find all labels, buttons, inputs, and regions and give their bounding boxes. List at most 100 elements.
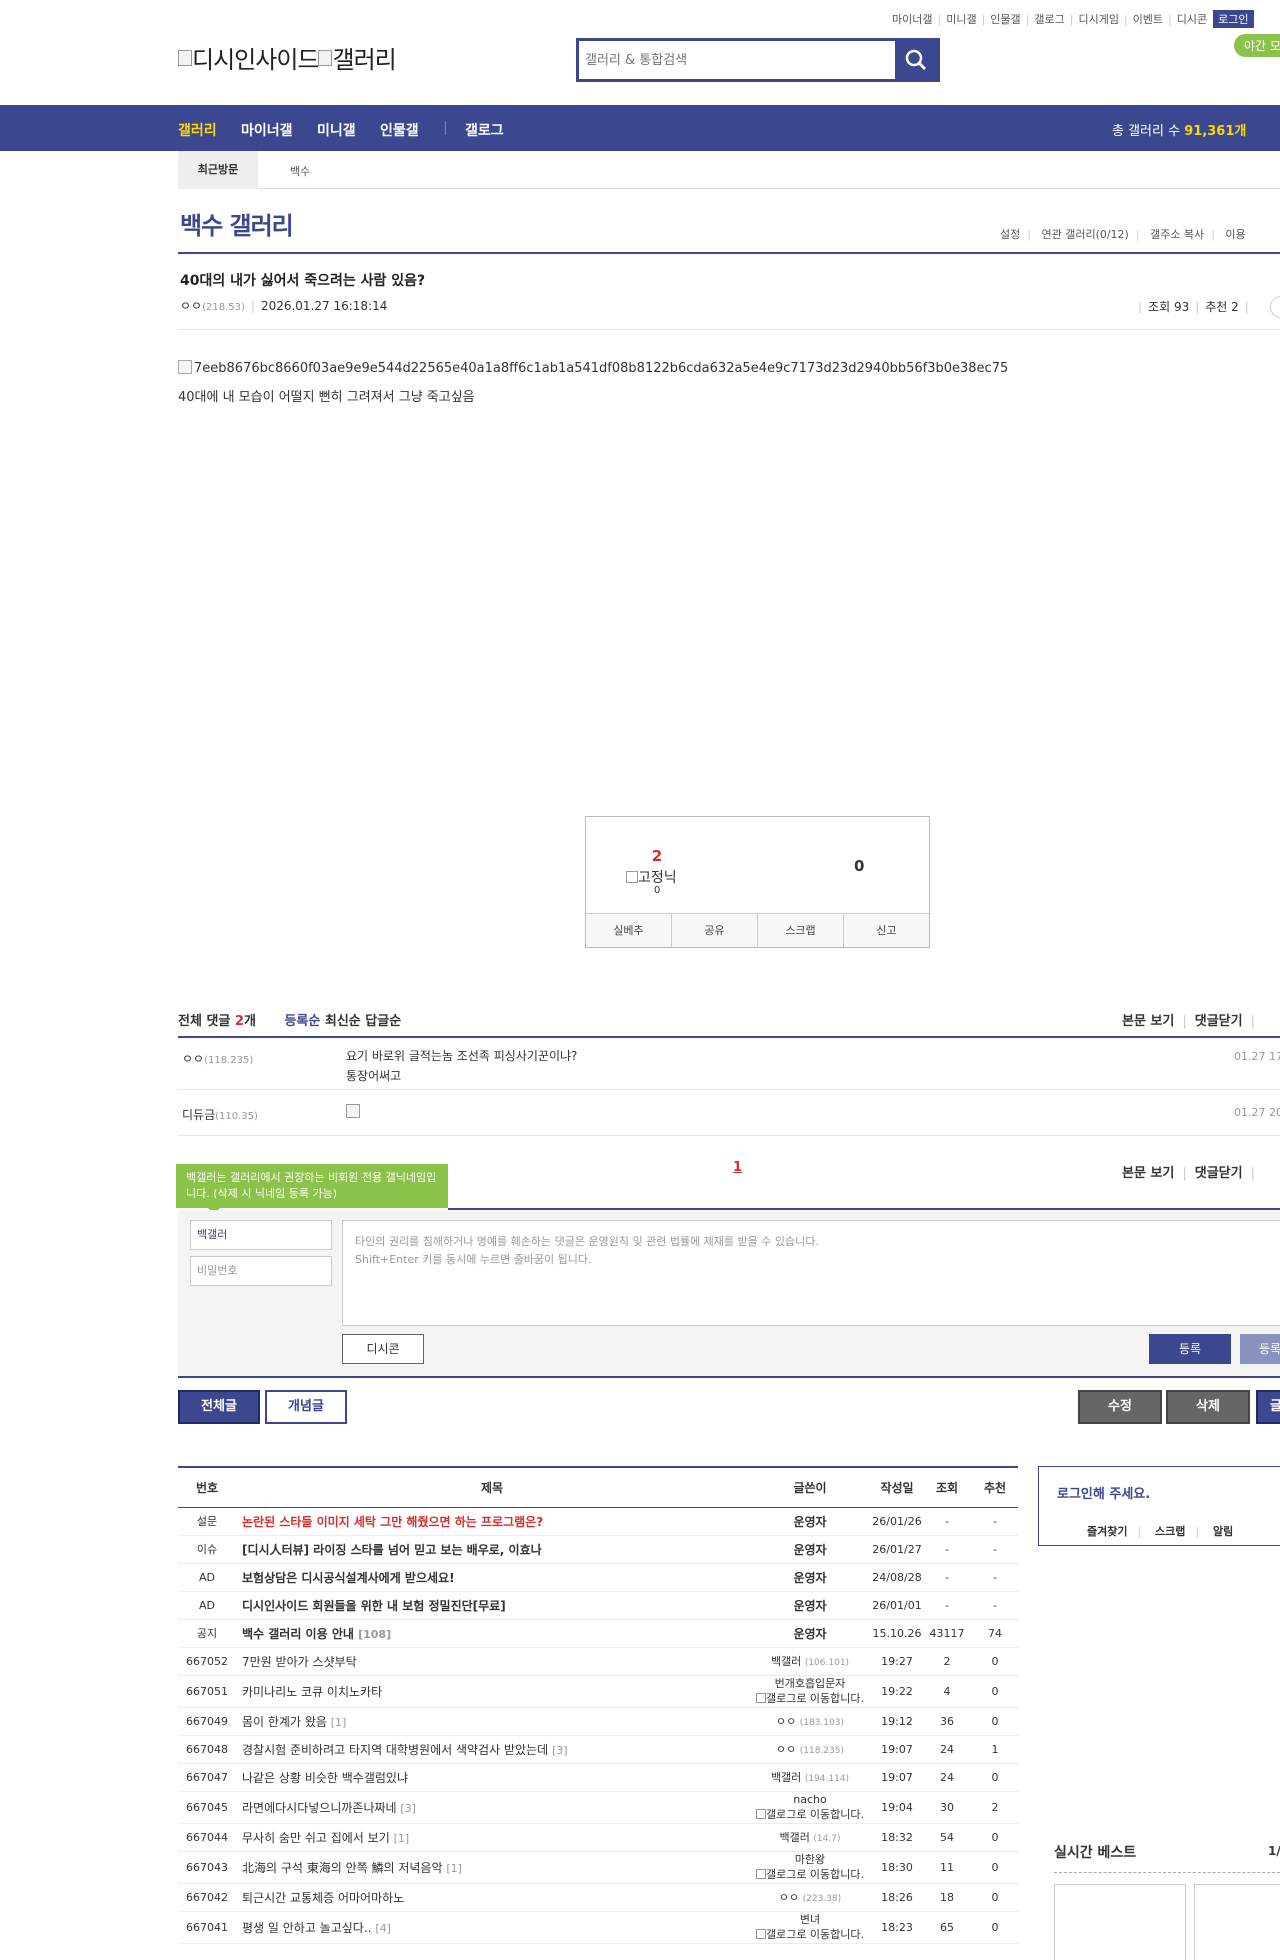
row-writer[interactable]: 운영자 bbox=[748, 1507, 872, 1536]
row-writer[interactable]: 백갤러 (106.101) bbox=[748, 1647, 872, 1676]
view-body-link[interactable]: 본문 보기 bbox=[1122, 1014, 1174, 1029]
best-card[interactable] bbox=[1054, 1884, 1186, 1960]
comment-count-bubble[interactable] bbox=[1270, 296, 1280, 318]
row-subject-text[interactable]: 평생 일 안하고 놀고싶다.. bbox=[242, 1921, 371, 1935]
reply-count[interactable]: [1] bbox=[446, 1862, 462, 1875]
top-link-event[interactable]: 이벤트 bbox=[1133, 11, 1163, 27]
reply-count[interactable]: [108] bbox=[358, 1628, 391, 1641]
usage-link[interactable]: 이용 bbox=[1225, 228, 1245, 241]
row-subject[interactable]: 카미나리노 코큐 이치노카타 bbox=[236, 1675, 748, 1708]
row-subject[interactable]: [디시人터뷰] 라이징 스타를 넘어 믿고 보는 배우로, 이효나 bbox=[236, 1535, 748, 1564]
delete-button[interactable]: 삭제 bbox=[1166, 1390, 1250, 1424]
sort-registered[interactable]: 등록순 bbox=[284, 1014, 320, 1029]
row-writer-name[interactable]: 운영자 bbox=[793, 1515, 826, 1529]
sort-replies[interactable]: 답글순 bbox=[365, 1014, 401, 1029]
gallog-link[interactable]: 갤로그로 이동합니다. bbox=[748, 1691, 872, 1706]
row-writer[interactable]: 변녀 갤로그로 이동합니다. bbox=[748, 1911, 872, 1944]
downvote-count[interactable]: 0 bbox=[854, 857, 864, 875]
row-writer-name[interactable]: nacho bbox=[748, 1792, 872, 1807]
nav-gallog[interactable]: 갤로그 bbox=[465, 120, 504, 140]
row-subject[interactable]: 경찰시험 준비하려고 타지역 대학병원에서 색약검사 받았는데 [3] bbox=[236, 1735, 748, 1764]
close-comments-link[interactable]: 댓글닫기 bbox=[1195, 1166, 1243, 1181]
row-subject-text[interactable]: 무사히 숨만 쉬고 집에서 보기 bbox=[242, 1831, 390, 1845]
row-subject[interactable]: 몸이 한계가 왔음 [1] bbox=[236, 1707, 748, 1736]
row-writer-name[interactable]: ㅇㅇ bbox=[776, 1743, 796, 1756]
row-subject[interactable]: 논란된 스타들 이미지 세탁 그만 해줬으면 하는 프로그램은? bbox=[236, 1507, 748, 1536]
table-row[interactable]: 667045 라면에다시다넣으니까존나짜네 [3] nacho 갤로그로 이동합니다.… bbox=[178, 1791, 1018, 1824]
row-subject-text[interactable]: 백수 갤러리 이용 안내 bbox=[242, 1627, 354, 1641]
recent-visit-tab[interactable]: 최근방문 bbox=[178, 151, 258, 189]
nav-minor[interactable]: 마이너갤 bbox=[241, 120, 293, 140]
gallery-title[interactable]: 백수 갤러리 bbox=[180, 206, 294, 241]
recent-visit-item[interactable]: 백수 bbox=[290, 163, 310, 179]
best-recommend-button[interactable]: 실베추 bbox=[586, 914, 672, 947]
table-row[interactable]: 667048 경찰시험 준비하려고 타지역 대학병원에서 색약검사 받았는데 [3… bbox=[178, 1735, 1018, 1764]
gallog-link[interactable]: 갤로그로 이동합니다. bbox=[748, 1807, 872, 1822]
scrap-link[interactable]: 스크랩 bbox=[1155, 1525, 1185, 1538]
table-row[interactable]: 667051 카미나리노 코큐 이치노카타 번개호흡입문자 갤로그로 이동합니다. 19… bbox=[178, 1675, 1018, 1708]
table-row[interactable]: 667042 퇴근시간 교통체증 어마어마하노 ㅇㅇ (223.38) 18:26 18… bbox=[178, 1883, 1018, 1912]
table-row[interactable]: AD 보험상담은 디시공식설계사에게 받으세요! 운영자 24/08/28- - bbox=[178, 1563, 1018, 1592]
table-row[interactable]: 667052 7만원 받아가 스샷부탁 백갤러 (106.101) 19:27 2 0 bbox=[178, 1647, 1018, 1676]
row-writer-name[interactable]: 번개호흡입문자 bbox=[748, 1676, 872, 1691]
notification-link[interactable]: 알림 bbox=[1213, 1525, 1233, 1538]
table-row[interactable]: 667041 평생 일 안하고 놀고싶다.. [4] 변녀 갤로그로 이동합니다. 18… bbox=[178, 1911, 1018, 1944]
row-subject-text[interactable]: 7만원 받아가 스샷부탁 bbox=[242, 1655, 357, 1669]
reply-count[interactable]: [1] bbox=[394, 1832, 410, 1845]
comment-writer[interactable]: ㅇㅇ(118.235) bbox=[182, 1050, 253, 1067]
table-row[interactable]: 667047 나같은 상황 비슷한 백수갤럼있냐 백갤러 (194.114) 19:0… bbox=[178, 1763, 1018, 1792]
row-writer-name[interactable]: 운영자 bbox=[793, 1543, 826, 1557]
edit-button[interactable]: 수정 bbox=[1078, 1390, 1162, 1424]
row-subject[interactable]: 北海의 구석 東海의 안쪽 鱗의 저녁음악 [1] bbox=[236, 1851, 748, 1884]
row-writer-name[interactable]: 백갤러 bbox=[771, 1655, 801, 1668]
sort-latest[interactable]: 최신순 bbox=[325, 1014, 361, 1029]
row-writer-name[interactable]: 운영자 bbox=[793, 1571, 826, 1585]
comment-page-1[interactable]: 1 bbox=[733, 1160, 742, 1175]
row-subject-text[interactable]: 경찰시험 준비하려고 타지역 대학병원에서 색약검사 받았는데 bbox=[242, 1743, 548, 1757]
row-subject-text[interactable]: 나같은 상황 비슷한 백수갤럼있냐 bbox=[242, 1771, 408, 1785]
gallery-settings-link[interactable]: 설정 bbox=[1000, 228, 1020, 241]
submit-recommend-button[interactable]: 등록 bbox=[1240, 1334, 1280, 1364]
row-writer[interactable]: 백갤러 (14.7) bbox=[748, 1823, 872, 1852]
row-subject[interactable]: 퇴근시간 교통체증 어마어마하노 bbox=[236, 1883, 748, 1912]
row-writer-name[interactable]: 운영자 bbox=[793, 1599, 826, 1613]
dccon-button[interactable]: 디시콘 bbox=[342, 1334, 424, 1364]
nav-person[interactable]: 인물갤 bbox=[380, 120, 419, 140]
row-subject-text[interactable]: 카미나리노 코큐 이치노카타 bbox=[242, 1685, 382, 1699]
row-writer-name[interactable]: ㅇㅇ bbox=[776, 1715, 796, 1728]
submit-comment-button[interactable]: 등록 bbox=[1149, 1334, 1231, 1364]
row-writer-name[interactable]: 백갤러 bbox=[771, 1771, 801, 1784]
gallog-link[interactable]: 갤로그로 이동합니다. bbox=[748, 1927, 872, 1942]
copy-address-link[interactable]: 갤주소 복사 bbox=[1150, 228, 1204, 241]
row-writer[interactable]: nacho 갤로그로 이동합니다. bbox=[748, 1791, 872, 1824]
table-row[interactable]: 공지 백수 갤러리 이용 안내 [108] 운영자 15.10.26 43117 74 bbox=[178, 1619, 1018, 1648]
row-subject[interactable]: 평생 일 안하고 놀고싶다.. [4] bbox=[236, 1911, 748, 1944]
login-button[interactable]: 로그인 bbox=[1213, 10, 1254, 28]
row-subject[interactable]: 무사히 숨만 쉬고 집에서 보기 [1] bbox=[236, 1823, 748, 1852]
row-subject[interactable]: 백수 갤러리 이용 안내 [108] bbox=[236, 1619, 748, 1648]
night-mode-button[interactable]: 야간 모 bbox=[1234, 34, 1280, 57]
table-row[interactable]: AD 디시인사이드 회원들을 위한 내 보험 정밀진단[무료] 운영자 26/01/0… bbox=[178, 1591, 1018, 1620]
row-subject[interactable]: 라면에다시다넣으니까존나짜네 [3] bbox=[236, 1791, 748, 1824]
password-input[interactable]: 비밀번호 bbox=[190, 1256, 332, 1286]
comment-textarea[interactable]: 타인의 권리를 침해하거나 명예를 훼손하는 댓글은 운영원칙 및 관련 법률에… bbox=[342, 1220, 1280, 1326]
row-writer-name[interactable]: 마한왕 bbox=[748, 1852, 872, 1867]
row-writer[interactable]: ㅇㅇ (183.103) bbox=[748, 1707, 872, 1736]
row-writer[interactable]: 운영자 bbox=[748, 1535, 872, 1564]
best-card[interactable] bbox=[1194, 1884, 1280, 1960]
top-link-minor[interactable]: 마이너갤 bbox=[892, 11, 932, 27]
table-row[interactable]: 설문 논란된 스타들 이미지 세탁 그만 해줬으면 하는 프로그램은? 운영자 26/… bbox=[178, 1507, 1018, 1536]
upvote-count[interactable]: 2 bbox=[586, 847, 728, 865]
comment-writer[interactable]: 디듀금(110.35) bbox=[182, 1106, 258, 1123]
table-row[interactable]: 667044 무사히 숨만 쉬고 집에서 보기 [1] 백갤러 (14.7) 18:3… bbox=[178, 1823, 1018, 1852]
row-subject-text[interactable]: 보험상담은 디시공식설계사에게 받으세요! bbox=[242, 1571, 455, 1585]
top-link-person[interactable]: 인물갤 bbox=[990, 11, 1020, 27]
concept-posts-button[interactable]: 개념글 bbox=[265, 1390, 347, 1424]
gallog-link[interactable]: 갤로그로 이동합니다. bbox=[748, 1867, 872, 1882]
row-writer[interactable]: 백갤러 (194.114) bbox=[748, 1763, 872, 1792]
table-row[interactable]: 667049 몸이 한계가 왔음 [1] ㅇㅇ (183.103) 19:12 36 0 bbox=[178, 1707, 1018, 1736]
row-subject-text[interactable]: 퇴근시간 교통체증 어마어마하노 bbox=[242, 1891, 404, 1905]
top-link-gallog[interactable]: 갤로그 bbox=[1034, 11, 1064, 27]
row-writer-name[interactable]: 변녀 bbox=[748, 1912, 872, 1927]
write-button[interactable]: 글 bbox=[1256, 1390, 1280, 1424]
